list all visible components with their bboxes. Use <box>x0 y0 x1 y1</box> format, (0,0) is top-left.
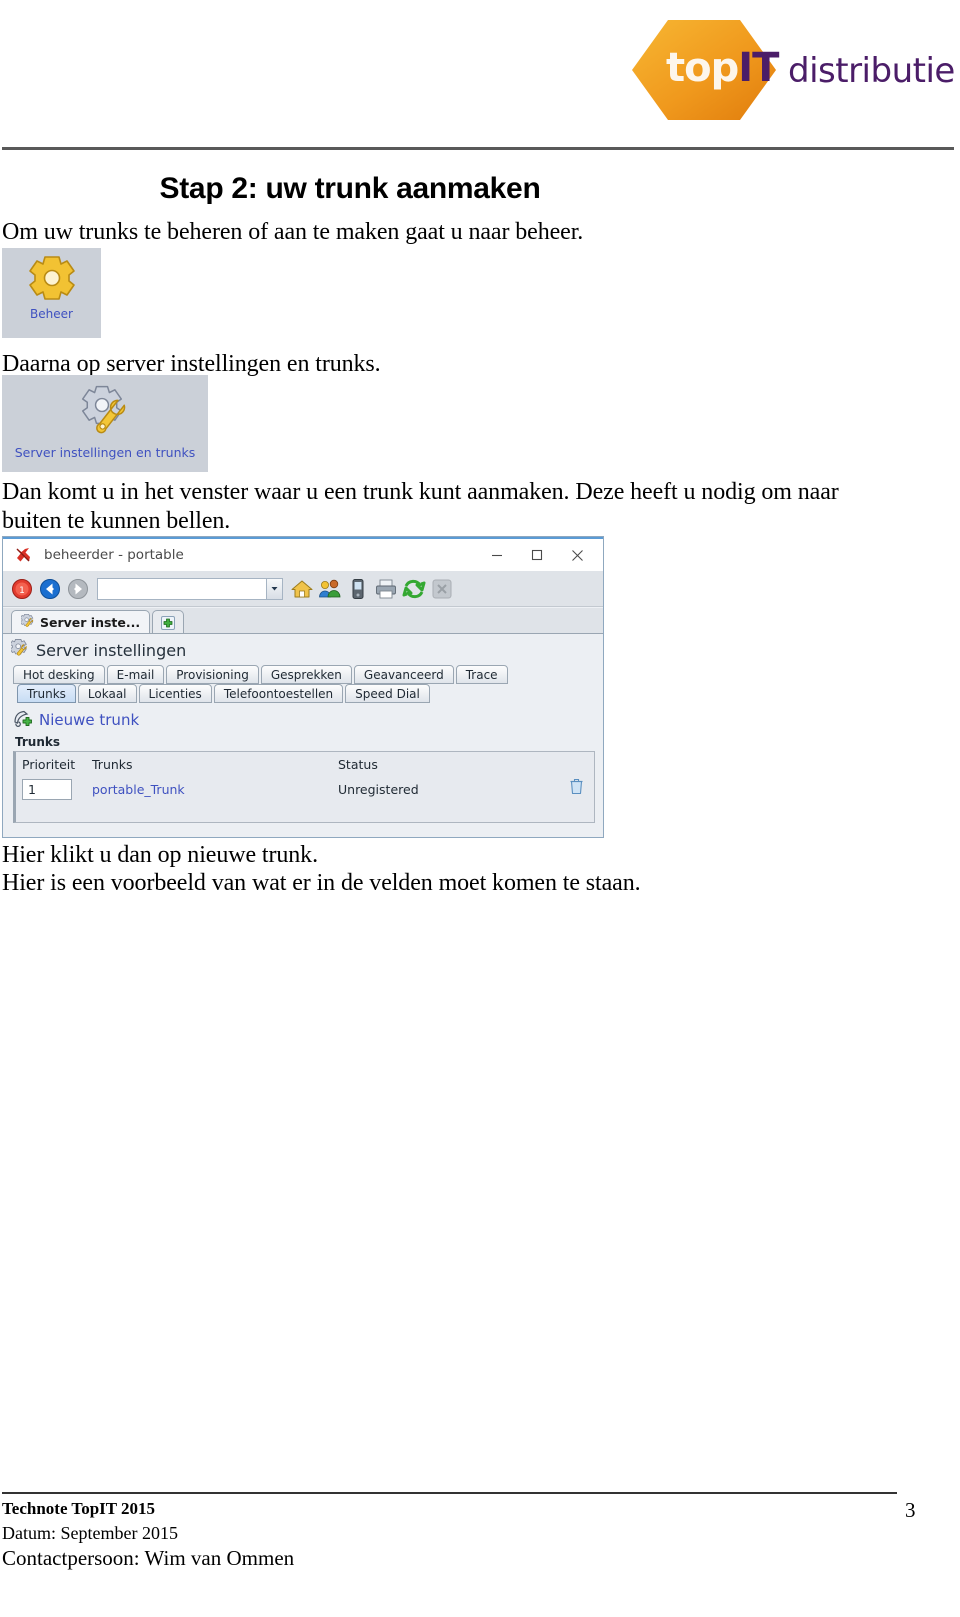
gear-wrench-icon <box>19 614 35 631</box>
add-plus-icon <box>161 615 176 630</box>
status-cell: Unregistered <box>338 781 419 797</box>
application-window-screenshot: beheerder - portable 1 Server inste... S… <box>2 536 604 838</box>
footer-datum: Datum: September 2015 <box>2 1523 178 1543</box>
stop-record-icon[interactable]: 1 <box>9 576 35 602</box>
new-trunk-icon <box>13 709 33 731</box>
page-footer: Technote TopIT 2015 Datum: September 201… <box>2 1496 902 1571</box>
window-title: beheerder - portable <box>44 547 184 563</box>
logo-top-text: top <box>666 45 739 91</box>
settings-tab-row-1: Hot desking E-mail Provisioning Gesprekk… <box>3 665 603 684</box>
tab-provisioning[interactable]: Provisioning <box>166 665 259 684</box>
trash-icon[interactable] <box>569 778 584 799</box>
settings-page-title: Server instellingen <box>36 640 187 660</box>
gear-icon <box>28 256 75 300</box>
mobile-phone-icon[interactable] <box>345 576 371 602</box>
settings-page-body: Server instellingen Hot desking E-mail P… <box>3 633 603 837</box>
tab-lokaal[interactable]: Lokaal <box>77 684 137 703</box>
column-header-trunks: Trunks <box>92 756 133 772</box>
refresh-icon[interactable] <box>401 576 427 602</box>
new-trunk-link[interactable]: Nieuwe trunk <box>7 706 599 734</box>
server-settings-icon-tile[interactable]: Server instellingen en trunks <box>2 375 208 472</box>
header-divider <box>2 147 954 150</box>
gear-wrench-icon <box>9 639 29 661</box>
chevron-down-icon[interactable] <box>266 578 282 599</box>
logo-tagline: distributie <box>788 51 955 91</box>
browser-tab-label: Server inste... <box>40 615 141 630</box>
trunks-table-header: Prioriteit Trunks Status <box>16 752 594 774</box>
maximize-button[interactable] <box>517 540 557 570</box>
trunk-name-cell: portable_Trunk <box>82 782 338 797</box>
browser-tabstrip: Server inste... <box>3 608 603 634</box>
red-x-icon <box>14 546 32 564</box>
trunks-table: Prioriteit Trunks Status 1 portable_Trun… <box>13 751 595 823</box>
home-icon[interactable] <box>289 576 315 602</box>
page-header: topIT distributie <box>0 0 960 150</box>
paragraph-hier-voorbeeld: Hier is een voorbeeld van wat er in de v… <box>2 870 641 896</box>
tab-gesprekken[interactable]: Gesprekken <box>260 665 352 684</box>
trunks-panel: Nieuwe trunk Trunks Prioriteit Trunks St… <box>7 706 599 823</box>
tab-speed-dial[interactable]: Speed Dial <box>345 684 430 703</box>
tab-hot-desking[interactable]: Hot desking <box>13 665 105 684</box>
svg-text:1: 1 <box>19 586 25 596</box>
settings-tab-row-2: Trunks Lokaal Licenties Telefoontoestell… <box>3 684 603 703</box>
tab-email[interactable]: E-mail <box>106 665 165 684</box>
trunks-section-label: Trunks <box>15 735 60 749</box>
tab-trunks[interactable]: Trunks <box>17 684 76 703</box>
footer-contactpersoon: Contactpersoon: Wim van Ommen <box>2 1546 295 1570</box>
close-button[interactable] <box>557 540 597 570</box>
topit-logo: topIT distributie <box>628 14 955 126</box>
paragraph-intro: Om uw trunks te beheren of aan te maken … <box>2 219 584 245</box>
gear-wrench-icon <box>81 385 126 434</box>
server-settings-tile-label: Server instellingen en trunks <box>14 445 196 460</box>
logo-wordmark: topIT <box>666 45 779 91</box>
address-input[interactable] <box>98 579 266 599</box>
new-tab-button[interactable] <box>152 610 185 634</box>
beheer-tile-label: Beheer <box>30 307 73 321</box>
paragraph-dan: Dan komt u in het venster waar u een tru… <box>2 479 839 534</box>
window-controls <box>477 539 597 571</box>
logo-it-text: IT <box>738 45 779 91</box>
settings-page-heading: Server instellingen <box>3 634 603 665</box>
beheer-icon-tile[interactable]: Beheer <box>2 248 101 338</box>
tab-trace[interactable]: Trace <box>455 665 508 684</box>
prioriteit-input[interactable]: 1 <box>22 778 72 800</box>
browser-toolbar: 1 <box>3 571 603 607</box>
footer-divider <box>2 1492 897 1494</box>
tab-telefoontoestellen[interactable]: Telefoontoestellen <box>213 684 344 703</box>
back-arrow-icon[interactable] <box>37 576 63 602</box>
tab-licenties[interactable]: Licenties <box>138 684 212 703</box>
page-number: 3 <box>905 1498 916 1522</box>
footer-technote: Technote TopIT 2015 <box>2 1499 156 1518</box>
browser-tab-server-instellingen[interactable]: Server inste... <box>11 610 151 634</box>
printer-icon[interactable] <box>373 576 399 602</box>
new-trunk-label: Nieuwe trunk <box>39 711 140 729</box>
prioriteit-cell: 1 <box>16 778 82 800</box>
page-title: Stap 2: uw trunk aanmaken <box>159 172 541 205</box>
trunk-link-portable-trunk[interactable]: portable_Trunk <box>92 782 185 797</box>
minimize-button[interactable] <box>477 540 517 570</box>
column-header-status: Status <box>338 756 378 772</box>
users-icon[interactable] <box>317 576 343 602</box>
address-bar[interactable] <box>97 577 283 600</box>
cancel-disabled-icon <box>429 576 455 602</box>
table-row[interactable]: 1 portable_Trunk Unregistered <box>16 774 594 804</box>
forward-arrow-icon <box>65 576 91 602</box>
tab-geavanceerd[interactable]: Geavanceerd <box>353 665 454 684</box>
column-header-prioriteit: Prioriteit <box>22 756 76 772</box>
paragraph-hier-klikt: Hier klikt u dan op nieuwe trunk. <box>2 842 318 868</box>
window-titlebar[interactable]: beheerder - portable <box>3 539 603 571</box>
